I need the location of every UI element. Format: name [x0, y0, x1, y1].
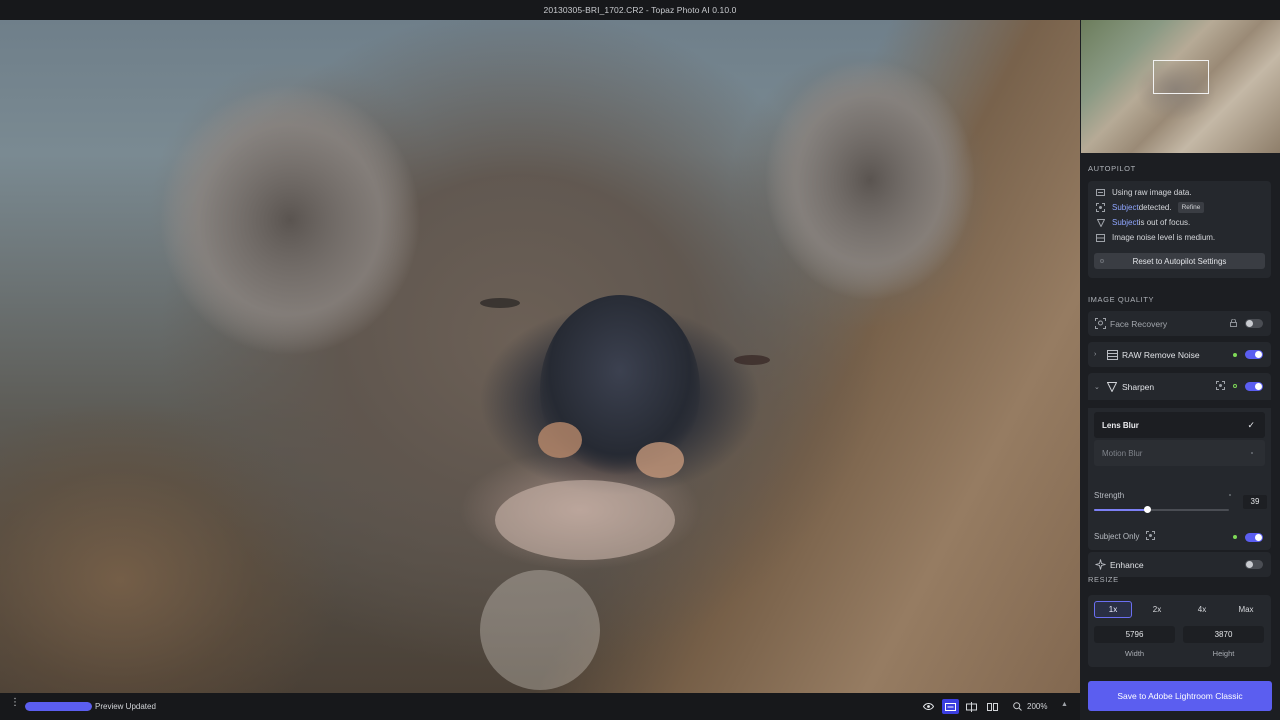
- motion-blur-label: Motion Blur: [1102, 448, 1143, 458]
- face-recovery-label: Face Recovery: [1110, 318, 1168, 329]
- settings-scroll-area[interactable]: AUTOPILOT Using raw image data. Subject …: [1080, 153, 1280, 681]
- strength-slider-fill: [1094, 509, 1147, 511]
- enhance-toggle[interactable]: [1245, 560, 1263, 569]
- chevron-right-icon[interactable]: ›: [1094, 351, 1104, 358]
- image-preview-canvas[interactable]: [0, 20, 1080, 693]
- reset-status-dot: [1100, 259, 1104, 263]
- raw-remove-noise-row[interactable]: › RAW Remove Noise: [1088, 342, 1271, 367]
- sharpen-filter-icon: [1106, 381, 1118, 393]
- sparkle-icon: [1094, 559, 1106, 571]
- active-dot: [1233, 353, 1237, 357]
- autopilot-detected-text: detected.: [1138, 203, 1172, 212]
- autopilot-focus-row: Subject is out of focus.: [1096, 218, 1190, 227]
- resize-heading: RESIZE: [1088, 575, 1119, 584]
- autopilot-focus-text: is out of focus.: [1138, 218, 1191, 227]
- image-quality-heading: IMAGE QUALITY: [1088, 295, 1155, 304]
- autopilot-raw-text: Using raw image data.: [1112, 188, 1192, 197]
- zoom-icon[interactable]: [1009, 699, 1026, 714]
- scale-4x-button[interactable]: 4x: [1183, 601, 1221, 618]
- split-view-icon[interactable]: [963, 699, 980, 714]
- strength-dot: [1229, 494, 1231, 496]
- strength-value-field[interactable]: 39: [1243, 495, 1267, 509]
- lens-blur-option[interactable]: Lens Blur ✓: [1094, 412, 1265, 438]
- noise-icon: [1096, 233, 1105, 242]
- window-title: 20130305-BRI_1702.CR2 - Topaz Photo AI 0…: [543, 5, 737, 15]
- scale-max-button[interactable]: Max: [1227, 601, 1265, 618]
- zoom-level[interactable]: 200%: [1027, 702, 1047, 711]
- lock-icon: [1230, 318, 1237, 329]
- enhance-row[interactable]: Enhance: [1088, 552, 1271, 577]
- subject-only-active-dot: [1233, 535, 1237, 539]
- preview-status-text: Preview Updated: [95, 702, 156, 711]
- subject-detect-small-icon: [1216, 381, 1225, 392]
- sharpen-icon: [1096, 218, 1105, 227]
- scale-1x-button[interactable]: 1x: [1094, 601, 1132, 618]
- scale-2x-button[interactable]: 2x: [1138, 601, 1176, 618]
- width-field[interactable]: 5796: [1094, 626, 1175, 643]
- height-label: Height: [1212, 649, 1235, 658]
- sharpen-settings: Lens Blur ✓ Motion Blur Strength 39 Subj…: [1088, 408, 1271, 550]
- bottom-toolbar: ⋮ Preview Updated 200% ▲: [0, 693, 1080, 720]
- raw-remove-noise-label: RAW Remove Noise: [1122, 349, 1200, 360]
- raw-data-icon: [1096, 189, 1105, 197]
- lens-blur-label: Lens Blur: [1102, 420, 1139, 430]
- autopilot-summary: Using raw image data. Subject detected. …: [1088, 181, 1271, 278]
- motion-blur-dot: [1251, 452, 1253, 454]
- subject-only-icon: [1145, 531, 1155, 542]
- navigator-thumbnail[interactable]: [1081, 20, 1280, 153]
- subject-only-label: Subject Only: [1094, 532, 1140, 541]
- kebab-menu-icon[interactable]: ⋮: [10, 698, 20, 708]
- preview-progress-bar: [25, 702, 92, 711]
- checkmark-icon: ✓: [1247, 419, 1255, 430]
- width-label: Width: [1124, 649, 1145, 658]
- window-title-bar: 20130305-BRI_1702.CR2 - Topaz Photo AI 0…: [0, 0, 1280, 20]
- subject-link[interactable]: Subject: [1112, 203, 1139, 212]
- subject-link-2[interactable]: Subject: [1112, 218, 1139, 227]
- settings-panel: AUTOPILOT Using raw image data. Subject …: [1080, 20, 1280, 720]
- sharpen-row[interactable]: ⌄ Sharpen: [1088, 373, 1271, 400]
- face-recovery-toggle[interactable]: [1245, 319, 1263, 328]
- autopilot-noise-row: Image noise level is medium.: [1096, 233, 1215, 242]
- reset-autopilot-label: Reset to Autopilot Settings: [1132, 256, 1227, 266]
- strength-label: Strength: [1094, 491, 1125, 500]
- zoom-menu-caret-icon[interactable]: ▲: [1061, 701, 1068, 708]
- resize-controls: 1x 2x 4x Max 5796 3870 Width Height: [1088, 595, 1271, 667]
- side-by-side-icon[interactable]: [984, 699, 1001, 714]
- autopilot-heading: AUTOPILOT: [1088, 164, 1136, 173]
- subject-only-row: Subject Only: [1094, 531, 1155, 542]
- raw-remove-noise-toggle[interactable]: [1245, 350, 1263, 359]
- save-button-label: Save to Adobe Lightroom Classic: [1117, 691, 1243, 701]
- strength-slider[interactable]: [1094, 506, 1229, 513]
- face-scan-icon: [1094, 318, 1106, 330]
- preview-progress-fill: [25, 702, 92, 711]
- navigator-viewport-frame[interactable]: [1153, 60, 1209, 94]
- refine-button[interactable]: Refine: [1177, 202, 1205, 213]
- sharpen-label: Sharpen: [1122, 381, 1155, 392]
- subject-detect-icon: [1096, 203, 1105, 212]
- sharpen-toggle[interactable]: [1245, 382, 1263, 391]
- enhance-label: Enhance: [1110, 559, 1144, 570]
- autopilot-noise-text: Image noise level is medium.: [1112, 233, 1216, 242]
- autopilot-subject-row: Subject detected. Refine: [1096, 202, 1205, 213]
- single-view-icon[interactable]: [942, 699, 959, 714]
- save-to-lightroom-button[interactable]: Save to Adobe Lightroom Classic: [1088, 681, 1272, 711]
- reset-autopilot-button[interactable]: Reset to Autopilot Settings: [1094, 253, 1265, 269]
- autopilot-raw-row: Using raw image data.: [1096, 188, 1192, 197]
- sharpen-status-dot: [1233, 384, 1237, 388]
- face-recovery-row[interactable]: Face Recovery: [1088, 311, 1271, 336]
- height-field[interactable]: 3870: [1183, 626, 1264, 643]
- raw-noise-icon: [1106, 349, 1118, 361]
- motion-blur-option[interactable]: Motion Blur: [1094, 440, 1265, 466]
- koala-photo: [160, 60, 975, 690]
- strength-slider-handle[interactable]: [1143, 506, 1151, 513]
- eye-icon[interactable]: [920, 699, 937, 714]
- subject-only-toggle[interactable]: [1245, 533, 1263, 542]
- chevron-down-icon[interactable]: ⌄: [1094, 383, 1104, 391]
